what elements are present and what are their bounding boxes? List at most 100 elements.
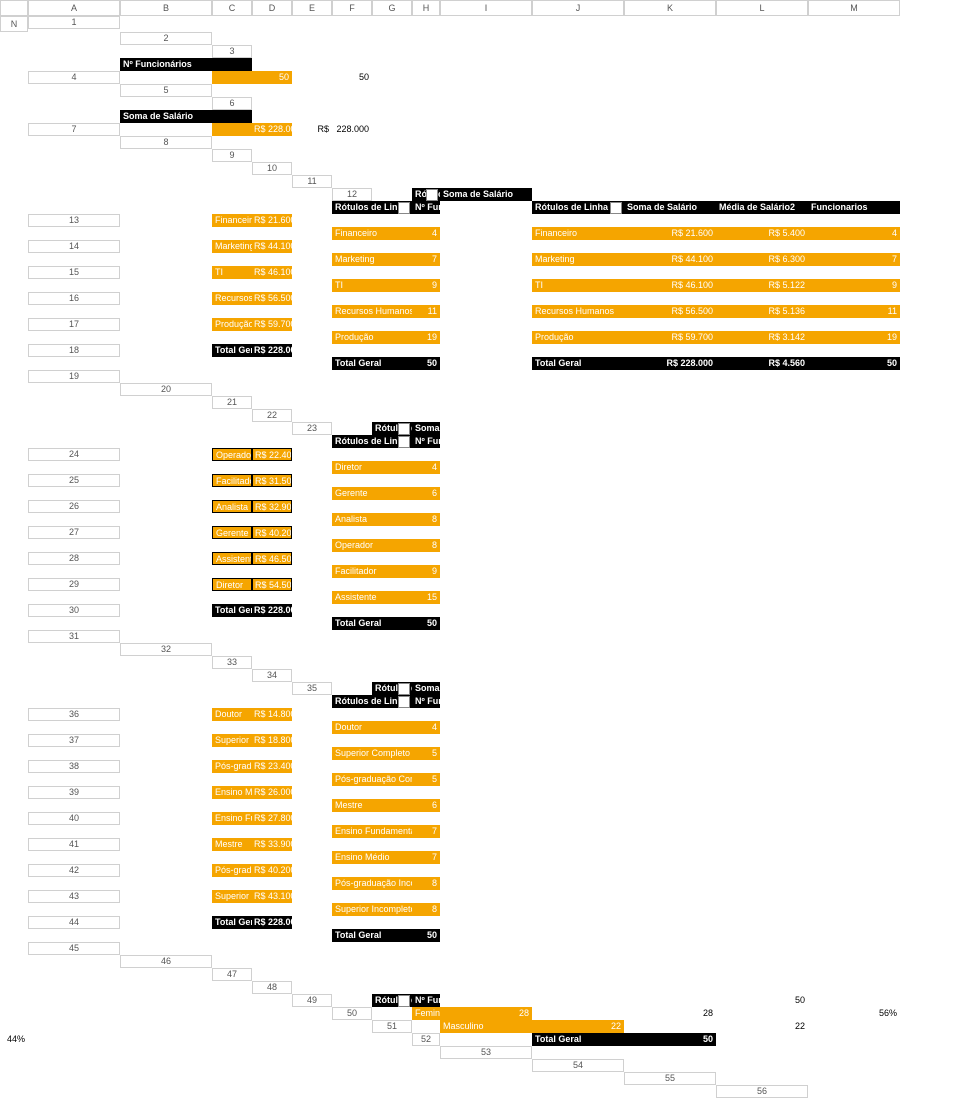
pivot-row-label[interactable]: Ensino Médio: [212, 786, 252, 799]
cell[interactable]: [0, 1046, 28, 1059]
cell[interactable]: [120, 734, 212, 747]
pivot-row-value[interactable]: R$ 22.400: [252, 448, 292, 461]
pivot-row-value[interactable]: R$ 46.500: [252, 552, 292, 565]
cell[interactable]: [412, 968, 440, 981]
pivot-row-label[interactable]: Ensino Fundamental: [332, 825, 412, 838]
cell[interactable]: [252, 136, 292, 149]
cell[interactable]: [372, 955, 412, 968]
cell[interactable]: [440, 1033, 532, 1046]
cell[interactable]: [212, 1072, 252, 1085]
cell[interactable]: [624, 513, 716, 526]
cell[interactable]: [332, 136, 372, 149]
pivot-row-value[interactable]: 8: [412, 539, 440, 552]
cell[interactable]: [0, 643, 28, 656]
pivot-row-label[interactable]: Assistente: [212, 552, 252, 565]
row-header[interactable]: 39: [28, 786, 120, 799]
col-header[interactable]: B: [120, 0, 212, 16]
cell[interactable]: [808, 409, 900, 422]
row-header[interactable]: 52: [412, 1033, 440, 1046]
cell[interactable]: [292, 981, 332, 994]
cell[interactable]: [808, 877, 900, 890]
cell[interactable]: [716, 955, 808, 968]
cell[interactable]: 11: [808, 305, 900, 318]
row-header[interactable]: 29: [28, 578, 120, 591]
cell[interactable]: [532, 877, 624, 890]
pivot-row-label[interactable]: Diretor: [212, 578, 252, 591]
cell[interactable]: [440, 630, 532, 643]
cell[interactable]: [624, 955, 716, 968]
pivot3-row-label[interactable]: TI: [532, 279, 624, 292]
pivot-row-value[interactable]: 8: [412, 513, 440, 526]
cell[interactable]: [372, 981, 412, 994]
cell[interactable]: [808, 773, 900, 786]
cell[interactable]: [440, 942, 532, 955]
cell[interactable]: [332, 396, 372, 409]
cell[interactable]: [372, 162, 412, 175]
cell[interactable]: [440, 370, 532, 383]
col-header[interactable]: H: [412, 0, 440, 16]
cell[interactable]: [120, 526, 212, 539]
cell[interactable]: [412, 630, 440, 643]
pivot-row-value[interactable]: 4: [412, 227, 440, 240]
cell[interactable]: [440, 513, 532, 526]
summary-nfunc-check[interactable]: 50: [332, 71, 372, 84]
pivot-row-value[interactable]: R$ 33.900: [252, 838, 292, 851]
cell[interactable]: [440, 773, 532, 786]
pivot-row-value[interactable]: R$ 32.900: [252, 500, 292, 513]
cell[interactable]: [624, 32, 716, 45]
cell[interactable]: [292, 1033, 332, 1046]
cell[interactable]: [412, 1020, 440, 1033]
cell[interactable]: [332, 1059, 372, 1072]
cell[interactable]: [532, 851, 624, 864]
cell[interactable]: [332, 682, 372, 695]
summary-soma-check[interactable]: 228.000: [332, 123, 372, 136]
pivot-row-value[interactable]: R$ 43.100: [252, 890, 292, 903]
cell[interactable]: [292, 162, 332, 175]
row-header[interactable]: 34: [252, 669, 292, 682]
cell[interactable]: [120, 188, 212, 201]
pivot-row-label[interactable]: Diretor: [332, 461, 412, 474]
pivot-row-label[interactable]: Recursos Humanos: [332, 305, 412, 318]
cell[interactable]: [292, 1046, 332, 1059]
pivot3-row-label[interactable]: Financeiro: [532, 227, 624, 240]
pivot-row-label[interactable]: Superior Incompleto: [332, 903, 412, 916]
cell[interactable]: [0, 526, 28, 539]
cell[interactable]: [624, 669, 716, 682]
cell[interactable]: [716, 396, 808, 409]
cell[interactable]: [624, 1098, 716, 1111]
cell[interactable]: [120, 344, 212, 357]
cell[interactable]: [440, 279, 532, 292]
row-header[interactable]: 43: [28, 890, 120, 903]
col-header[interactable]: J: [532, 0, 624, 16]
cell[interactable]: [212, 1020, 252, 1033]
pivot-total-label[interactable]: Total Geral: [212, 344, 252, 357]
cell[interactable]: [252, 1085, 292, 1098]
cell[interactable]: [292, 370, 332, 383]
cell[interactable]: [532, 903, 624, 916]
cell[interactable]: [252, 84, 292, 97]
cell[interactable]: [624, 136, 716, 149]
pivot-total-value[interactable]: R$ 228.000: [252, 344, 292, 357]
cell[interactable]: [808, 695, 900, 708]
row-header[interactable]: 27: [28, 526, 120, 539]
cell[interactable]: [440, 110, 532, 123]
cell[interactable]: [532, 1072, 624, 1085]
cell[interactable]: [440, 968, 532, 981]
cell[interactable]: [0, 175, 28, 188]
pivot-row-label[interactable]: Ensino Fundamental: [212, 812, 252, 825]
cell[interactable]: [252, 16, 292, 29]
cell[interactable]: [28, 175, 120, 188]
cell[interactable]: [332, 370, 372, 383]
cell[interactable]: [808, 383, 900, 396]
cell[interactable]: 4: [808, 227, 900, 240]
cell[interactable]: [440, 409, 532, 422]
cell[interactable]: [212, 630, 252, 643]
cell[interactable]: [120, 552, 212, 565]
cell[interactable]: [212, 981, 252, 994]
cell[interactable]: [716, 617, 808, 630]
cell[interactable]: [0, 422, 28, 435]
cell[interactable]: [716, 1098, 808, 1111]
cell[interactable]: [412, 981, 440, 994]
cell[interactable]: [120, 149, 212, 162]
cell[interactable]: [120, 682, 212, 695]
